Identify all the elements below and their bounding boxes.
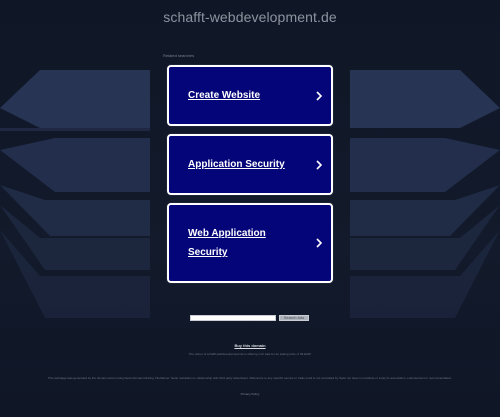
owner-note: The owner of schafft-webdevelopment.de i… [188,352,312,356]
related-searches-label: Related searches [163,53,195,58]
related-link-create-website[interactable]: Create Website [167,65,333,126]
related-link-web-application-security[interactable]: Web Application Security [167,203,333,283]
search-button[interactable]: Search Ads [279,315,309,321]
disclaimer-text: This webpage was generated by the domain… [47,376,453,380]
chevron-right-icon [316,90,323,101]
related-link-label: Application Security [188,159,285,170]
search-input[interactable] [190,315,276,321]
domain-title: schafft-webdevelopment.de [163,9,337,25]
buy-domain-link[interactable]: Buy this domain [0,343,500,348]
privacy-policy-link[interactable]: Privacy Policy [0,392,500,396]
chevron-right-icon [316,238,323,248]
chevron-right-icon [316,159,323,170]
related-link-application-security[interactable]: Application Security [167,134,333,195]
related-link-label: Create Website [188,90,261,101]
parked-domain-page: schafft-webdevelopment.de Related search… [0,0,500,417]
related-link-label: Web Application Security [188,228,266,258]
